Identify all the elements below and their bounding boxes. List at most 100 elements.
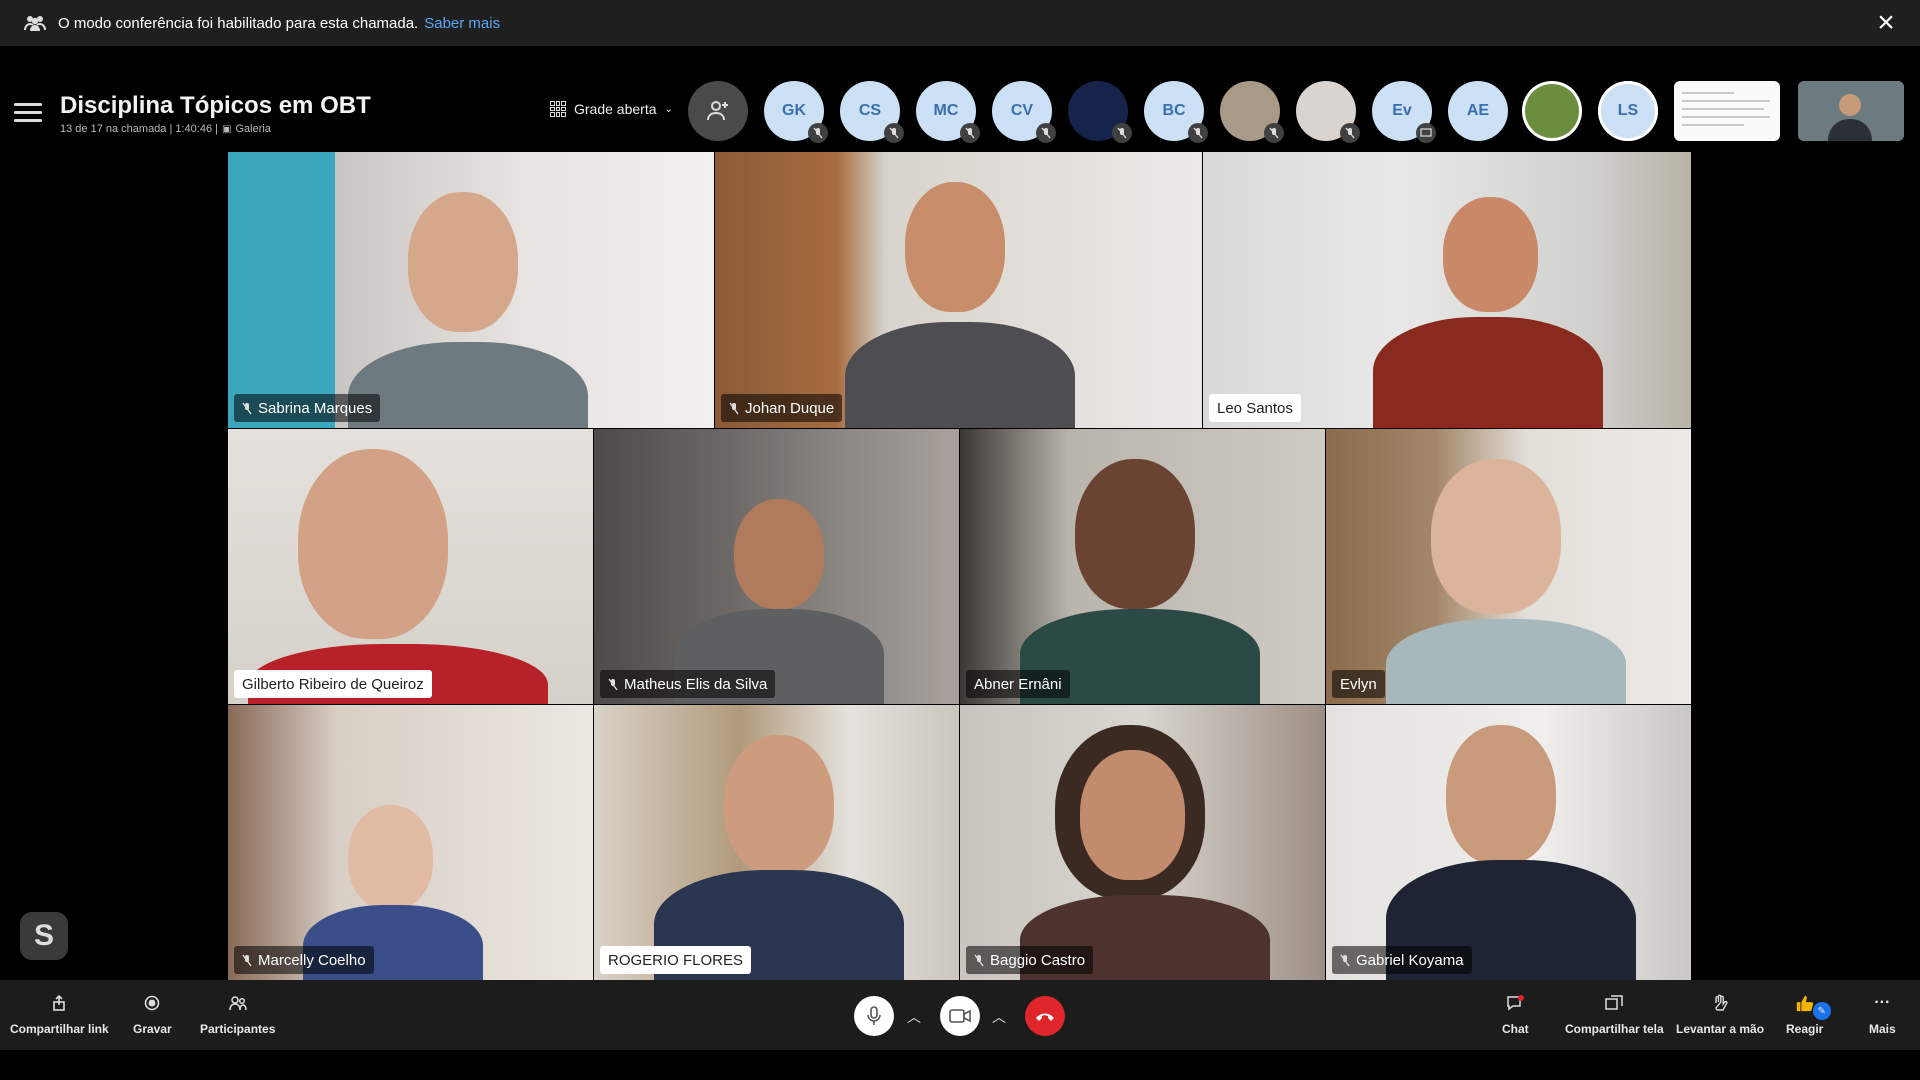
mic-options-chevron-icon[interactable]: ︿ — [907, 1007, 921, 1027]
participant-name-tag: Abner Ernâni — [966, 670, 1070, 698]
mic-muted-icon — [608, 678, 618, 690]
video-tile[interactable]: Marcelly Coelho — [228, 705, 593, 980]
thumbs-up-icon: ✎ — [1795, 994, 1831, 1020]
participant-name: Gabriel Koyama — [1356, 951, 1464, 969]
participant-name: Marcelly Coelho — [258, 951, 366, 969]
video-tile[interactable]: Gabriel Koyama — [1326, 705, 1691, 980]
people-icon — [24, 14, 46, 32]
raise-hand-button[interactable]: Levantar a mão — [1676, 994, 1764, 1036]
learn-more-link[interactable]: Saber mais — [424, 15, 500, 32]
participant-avatar-photo[interactable] — [1296, 81, 1360, 143]
call-status: 13 de 17 na chamada | 1:40:46 | ▣ Galeri… — [60, 123, 271, 135]
share-link-label: Compartilhar link — [10, 1022, 109, 1036]
video-tile[interactable]: Baggio Castro — [960, 705, 1325, 980]
mic-muted-icon — [1112, 123, 1132, 143]
more-label: Mais — [1869, 1022, 1896, 1036]
camera-button[interactable] — [940, 996, 980, 1036]
participant-name: ROGERIO FLORES — [608, 951, 744, 969]
call-toolbar: Compartilhar link Gravar Participantes ︿… — [0, 980, 1920, 1050]
view-mode: Galeria — [235, 123, 271, 135]
record-icon — [142, 994, 162, 1012]
participant-name-tag: Baggio Castro — [966, 946, 1094, 974]
mic-muted-icon — [1188, 123, 1208, 143]
participants-icon — [228, 994, 248, 1012]
chevron-down-icon: ⌄ — [664, 103, 673, 115]
mic-button[interactable] — [854, 996, 894, 1036]
participant-avatar-image[interactable] — [1068, 81, 1132, 143]
banner-text: O modo conferência foi habilitado para e… — [58, 14, 419, 32]
avatar-initials: MC — [933, 102, 959, 119]
participant-name: Evlyn — [1340, 675, 1377, 693]
menu-icon[interactable] — [14, 98, 42, 126]
layout-dropdown[interactable]: Grade aberta ⌄ — [550, 101, 673, 117]
add-participant-button[interactable] — [688, 81, 748, 141]
participant-name: Matheus Elis da Silva — [624, 675, 768, 693]
participant-avatar[interactable]: Ev — [1372, 81, 1436, 143]
avatar-initials: GK — [782, 102, 806, 119]
record-label: Gravar — [133, 1022, 172, 1036]
participant-name: Johan Duque — [745, 399, 835, 417]
avatar-initials: CV — [1010, 102, 1034, 119]
participant-name: Sabrina Marques — [258, 399, 373, 417]
avatar-initials: AE — [1466, 102, 1490, 119]
more-icon: ··· — [1874, 994, 1891, 1011]
end-call-button[interactable] — [1025, 996, 1065, 1036]
call-header: Disciplina Tópicos em OBT 13 de 17 na ch… — [0, 78, 1920, 152]
hang-up-icon — [1036, 1013, 1054, 1021]
react-label: Reagir — [1786, 1022, 1824, 1036]
participant-name-tag: ROGERIO FLORES — [600, 946, 752, 974]
video-tile[interactable]: Leo Santos — [1203, 152, 1691, 428]
avatar-initials: LS — [1617, 102, 1639, 119]
record-button[interactable]: Gravar — [133, 994, 172, 1036]
avatar-initials: CS — [858, 102, 882, 119]
participant-name-tag: Matheus Elis da Silva — [600, 670, 776, 698]
react-button[interactable]: ✎ Reagir — [1786, 994, 1831, 1036]
share-screen-button[interactable]: Compartilhar tela — [1565, 994, 1664, 1036]
share-link-button[interactable]: Compartilhar link — [10, 994, 109, 1036]
participant-avatar[interactable]: MC — [916, 81, 980, 143]
mic-muted-icon — [1264, 123, 1284, 143]
video-tile[interactable]: Johan Duque — [715, 152, 1202, 428]
participant-avatar[interactable]: CS — [840, 81, 904, 143]
participants-button[interactable]: Participantes — [200, 994, 275, 1036]
avatar-initials: Ev — [1392, 102, 1412, 119]
video-tile[interactable]: Sabrina Marques — [228, 152, 714, 428]
mic-muted-icon — [974, 954, 984, 966]
self-video-thumbnail[interactable] — [1798, 81, 1904, 141]
participant-avatar[interactable]: GK — [764, 81, 828, 143]
video-tile[interactable]: ROGERIO FLORES — [594, 705, 959, 980]
gallery-icon: ▣ — [222, 123, 232, 135]
microphone-icon — [867, 1006, 881, 1025]
mic-muted-icon — [1036, 123, 1056, 143]
participant-avatar[interactable]: AE — [1448, 81, 1508, 141]
video-tile[interactable]: Matheus Elis da Silva — [594, 429, 959, 704]
camera-options-chevron-icon[interactable]: ︿ — [992, 1007, 1006, 1027]
participant-name: Gilberto Ribeiro de Queiroz — [242, 675, 424, 693]
participant-avatar[interactable]: CV — [992, 81, 1056, 143]
share-screen-label: Compartilhar tela — [1565, 1022, 1664, 1036]
chat-button[interactable]: Chat — [1502, 994, 1529, 1036]
call-title: Disciplina Tópicos em OBT — [60, 92, 371, 119]
mic-muted-icon — [729, 402, 739, 414]
edit-badge-icon: ✎ — [1812, 1002, 1831, 1020]
hand-icon — [1710, 994, 1730, 1012]
chat-label: Chat — [1502, 1022, 1529, 1036]
participant-avatar-photo[interactable] — [1220, 81, 1284, 143]
raise-hand-label: Levantar a mão — [1676, 1022, 1765, 1036]
close-icon[interactable]: × — [1872, 8, 1900, 38]
participant-name-tag: Evlyn — [1332, 670, 1385, 698]
share-screen-icon — [1604, 994, 1624, 1012]
video-tile[interactable]: Abner Ernâni — [960, 429, 1325, 704]
share-icon — [49, 994, 69, 1012]
participant-avatar[interactable]: LS — [1598, 81, 1658, 141]
video-tile[interactable]: Gilberto Ribeiro de Queiroz — [228, 429, 593, 704]
chat-icon — [1505, 994, 1525, 1012]
participant-name-tag: Sabrina Marques — [234, 394, 381, 422]
participant-name: Baggio Castro — [990, 951, 1086, 969]
video-tile[interactable]: Evlyn — [1326, 429, 1691, 704]
more-button[interactable]: ··· Mais — [1869, 994, 1896, 1036]
mic-muted-icon — [242, 402, 252, 414]
participant-avatar[interactable]: BC — [1144, 81, 1208, 143]
participant-avatar-photo[interactable] — [1522, 81, 1582, 141]
shared-screen-thumbnail[interactable] — [1674, 81, 1780, 141]
